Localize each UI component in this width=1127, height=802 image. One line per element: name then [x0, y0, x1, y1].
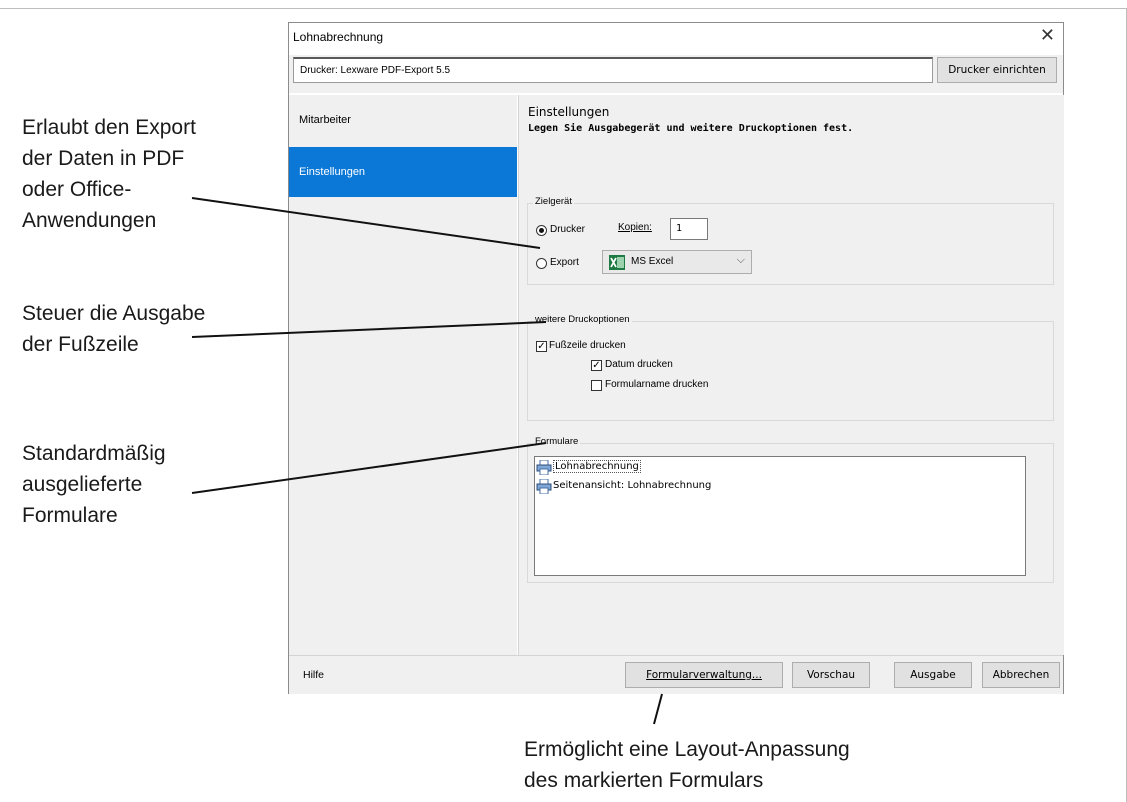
excel-icon — [609, 255, 625, 270]
callout-footer-line: der Fußzeile — [22, 333, 139, 356]
callout-forms-line: Formulare — [22, 504, 118, 527]
callout-line-layout — [653, 693, 663, 725]
callout-export-line: der Daten in PDF — [22, 147, 185, 170]
export-format-value: MS Excel — [631, 256, 674, 267]
callout-layout-line: des markierten Formulars — [524, 769, 764, 792]
setup-printer-button[interactable]: Drucker einrichten — [937, 57, 1057, 83]
printer-icon — [536, 479, 552, 494]
list-item-label: Seitenansicht: Lohnabrechnung — [553, 480, 712, 491]
formname-print-checkbox[interactable] — [591, 380, 602, 391]
radio-export[interactable] — [536, 258, 547, 269]
copies-label: Kopien: — [618, 222, 652, 233]
group-label: weitere Druckoptionen — [533, 314, 632, 325]
forms-list[interactable]: Lohnabrechnung Seitenansicht: Lohnabrech… — [534, 456, 1026, 576]
copies-input[interactable]: 1 — [670, 218, 708, 240]
printer-label: Drucker: Lexware PDF-Export 5.5 — [300, 65, 451, 76]
callout-export-line: Erlaubt den Export — [22, 116, 196, 139]
sidebar-item-label: Mitarbeiter — [299, 114, 351, 126]
printer-display: Drucker: Lexware PDF-Export 5.5 — [293, 57, 933, 83]
dialog-footer: Hilfe Formularverwaltung... Vorschau Aus… — [289, 655, 1063, 694]
page-title: Einstellungen — [528, 105, 610, 119]
settings-panel: Einstellungen Legen Sie Ausgabegerät und… — [518, 95, 1064, 655]
dialog-title: Lohnabrechnung — [293, 30, 384, 44]
zielgeraet-group: Zielgerät Drucker Kopien: 1 Export MS Ex… — [527, 196, 1054, 285]
callout-footer: Steuer die Ausgabe der Fußzeile — [22, 298, 205, 360]
sidebar: Mitarbeiter Einstellungen — [289, 95, 517, 655]
printer-row: Drucker: Lexware PDF-Export 5.5 Drucker … — [289, 55, 1063, 93]
sidebar-item-label: Einstellungen — [299, 166, 366, 178]
druckoptionen-group: weitere Druckoptionen ✓ Fußzeile drucken… — [527, 314, 1054, 421]
callout-export: Erlaubt den Export der Daten in PDF oder… — [22, 112, 196, 236]
callout-export-line: oder Office- — [22, 178, 132, 201]
preview-button[interactable]: Vorschau — [792, 662, 870, 688]
callout-export-line: Anwendungen — [22, 209, 157, 232]
lohnabrechnung-dialog: Lohnabrechnung ✕ Drucker: Lexware PDF-Ex… — [288, 22, 1064, 694]
sidebar-item-mitarbeiter[interactable]: Mitarbeiter — [289, 95, 517, 145]
group-label: Formulare — [533, 436, 581, 447]
date-print-label: Datum drucken — [605, 359, 673, 370]
footer-print-label: Fußzeile drucken — [549, 340, 626, 351]
callout-footer-line: Steuer die Ausgabe — [22, 302, 206, 325]
printer-icon — [536, 460, 552, 475]
radio-printer[interactable] — [536, 225, 547, 236]
radio-printer-label: Drucker — [550, 224, 586, 235]
callout-forms: Standardmäßig ausgelieferte Formulare — [22, 438, 166, 531]
page-subtitle: Legen Sie Ausgabegerät und weitere Druck… — [528, 123, 854, 134]
export-format-select[interactable]: MS Excel ⌵ — [602, 250, 752, 274]
callout-layout-line: Ermöglicht eine Layout-Anpassung — [524, 738, 850, 761]
form-management-button[interactable]: Formularverwaltung... — [625, 662, 783, 688]
help-link[interactable]: Hilfe — [303, 669, 324, 681]
output-button[interactable]: Ausgabe — [894, 662, 972, 688]
callout-layout: Ermöglicht eine Layout-Anpassung des mar… — [524, 734, 850, 796]
list-item-label: Lohnabrechnung — [553, 460, 641, 473]
group-label: Zielgerät — [533, 196, 574, 207]
footer-print-checkbox[interactable]: ✓ — [536, 341, 547, 352]
cancel-button[interactable]: Abbrechen — [982, 662, 1060, 688]
title-bar: Lohnabrechnung ✕ — [289, 23, 1063, 53]
formname-print-label: Formularname drucken — [605, 379, 709, 390]
date-print-checkbox[interactable]: ✓ — [591, 360, 602, 371]
sidebar-item-einstellungen[interactable]: Einstellungen — [289, 147, 517, 197]
callout-forms-line: Standardmäßig — [22, 442, 166, 465]
callout-forms-line: ausgelieferte — [22, 473, 143, 496]
radio-export-label: Export — [550, 257, 579, 268]
formulare-group: Formulare Lohnabrechnung Seitenansicht: … — [527, 436, 1054, 583]
frame-top-border — [0, 8, 1127, 9]
chevron-down-icon: ⌵ — [736, 254, 745, 266]
close-icon[interactable]: ✕ — [1040, 25, 1055, 46]
